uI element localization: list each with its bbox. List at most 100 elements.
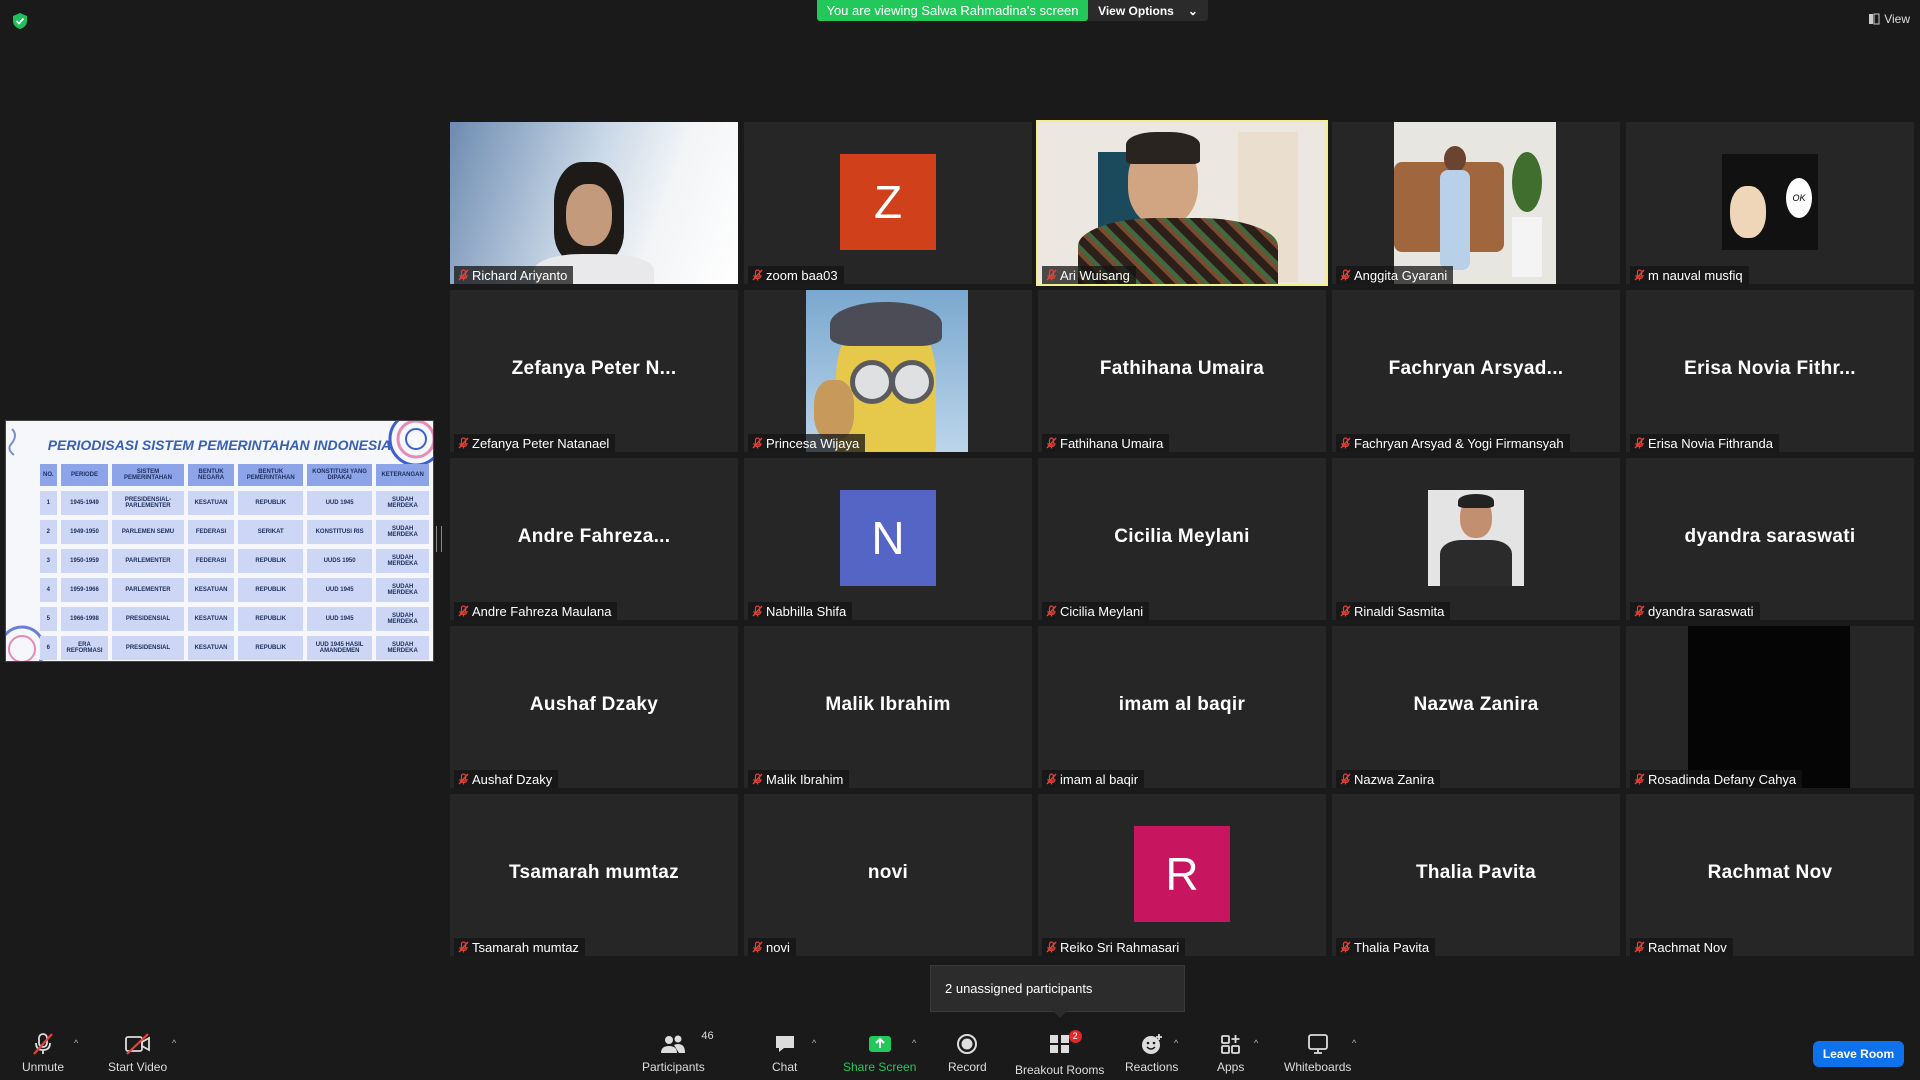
participant-tile[interactable]: novi novi xyxy=(744,794,1032,956)
participant-name-label: Fachryan Arsyad & Yogi Firmansyah xyxy=(1336,434,1570,452)
slide-table-row: 3 1950-1959 PARLEMENTER FEDERASI REPUBLIK UUD… xyxy=(40,549,429,573)
participant-name: Rosadinda Defany Cahya xyxy=(1648,771,1797,787)
slide-column-header: SISTEM PEMERINTAHAN xyxy=(112,464,184,486)
participant-display-name: Fathihana Umaira xyxy=(1099,358,1265,379)
participant-name-label: Nabhilla Shifa xyxy=(748,602,853,620)
security-shield-icon[interactable] xyxy=(12,12,28,30)
screen-share-banner: You are viewing Salwa Rahmadina's screen xyxy=(817,0,1088,21)
participant-tile[interactable]: OK m nauval musfiq xyxy=(1626,122,1914,284)
participant-name-label: Ari Wuisang xyxy=(1042,266,1136,284)
participant-name: dyandra saraswati xyxy=(1648,603,1754,619)
participant-tile[interactable]: Malik Ibrahim Malik Ibrahim xyxy=(744,626,1032,788)
participant-tile[interactable]: Cicilia Meylani Cicilia Meylani xyxy=(1038,458,1326,620)
participant-tile[interactable]: N Nabhilla Shifa xyxy=(744,458,1032,620)
leave-room-button[interactable]: Leave Room xyxy=(1813,1041,1904,1067)
participant-avatar: Z xyxy=(840,154,936,250)
video-options-caret[interactable]: ^ xyxy=(172,1038,176,1048)
slide-table-cell: UUDS 1950 xyxy=(306,549,373,573)
chat-options-caret[interactable]: ^ xyxy=(812,1038,816,1048)
participant-display-name: Cicilia Meylani xyxy=(1114,526,1250,547)
participant-name: Ari Wuisang xyxy=(1060,267,1130,283)
share-options-caret[interactable]: ^ xyxy=(912,1038,916,1048)
participant-name-label: Reiko Sri Rahmasari xyxy=(1042,938,1186,956)
participant-tile[interactable]: Nazwa Zanira Nazwa Zanira xyxy=(1332,626,1620,788)
meeting-toolbar: Unmute ^ Start Video ^ 46 Participants C… xyxy=(0,1018,1920,1080)
record-button[interactable]: Record xyxy=(948,1032,987,1074)
chat-button[interactable]: Chat xyxy=(772,1032,797,1074)
apps-icon xyxy=(1220,1035,1240,1054)
participant-tile[interactable]: Anggita Gyarani xyxy=(1332,122,1620,284)
reactions-label: Reactions xyxy=(1125,1060,1179,1074)
participant-tile[interactable]: Tsamarah mumtaz Tsamarah mumtaz xyxy=(450,794,738,956)
unmute-label: Unmute xyxy=(22,1060,65,1074)
participant-display-name: Fachryan Arsyad... xyxy=(1388,358,1564,379)
participants-count: 46 xyxy=(701,1030,714,1042)
slide-table-cell: FEDERASI xyxy=(187,549,235,573)
participant-tile[interactable]: Zefanya Peter N... Zefanya Peter Natanael xyxy=(450,290,738,452)
participants-button[interactable]: 46 Participants xyxy=(642,1030,714,1074)
slide-table-cell: UUD 1945 xyxy=(306,491,373,515)
shared-screen-thumbnail[interactable]: PERIODISASI SISTEM PEMERINTAHAN INDONESI… xyxy=(5,420,434,662)
participant-tile[interactable]: Thalia Pavita Thalia Pavita xyxy=(1332,794,1620,956)
participant-tile[interactable]: Rinaldi Sasmita xyxy=(1332,458,1620,620)
slide-table-cell: PARLEMEN SEMU xyxy=(112,520,184,544)
mic-muted-icon xyxy=(1046,941,1057,953)
participant-tile[interactable]: Aushaf Dzaky Aushaf Dzaky xyxy=(450,626,738,788)
participant-tile[interactable]: R Reiko Sri Rahmasari xyxy=(1038,794,1326,956)
participant-tile[interactable]: Princesa Wijaya xyxy=(744,290,1032,452)
apps-button[interactable]: Apps xyxy=(1217,1032,1244,1074)
participant-tile[interactable]: Zzoom baa03 xyxy=(744,122,1032,284)
participant-name: Rachmat Nov xyxy=(1648,939,1727,955)
apps-label: Apps xyxy=(1217,1060,1245,1074)
participant-display-name: imam al baqir xyxy=(1118,694,1246,715)
participant-tile[interactable]: Richard Ariyanto xyxy=(450,122,738,284)
view-options-button[interactable]: View Options ⌄ xyxy=(1088,0,1208,21)
reactions-options-caret[interactable]: ^ xyxy=(1174,1038,1178,1048)
participant-display-name: Erisa Novia Fithr... xyxy=(1684,358,1856,379)
participant-tile[interactable]: imam al baqir imam al baqir xyxy=(1038,626,1326,788)
participant-name-label: Princesa Wijaya xyxy=(748,434,866,452)
participant-name: Erisa Novia Fithranda xyxy=(1648,435,1773,451)
participant-tile[interactable]: Ari Wuisang xyxy=(1036,120,1328,286)
participant-display-name: Thalia Pavita xyxy=(1415,862,1537,883)
tooltip-text: 2 unassigned participants xyxy=(945,981,1093,996)
share-screen-button[interactable]: Share Screen xyxy=(843,1032,916,1074)
breakout-rooms-button[interactable]: 2 Breakout Rooms xyxy=(1015,1030,1104,1077)
audio-options-caret[interactable]: ^ xyxy=(74,1038,78,1048)
slide-table-cell: 3 xyxy=(40,549,57,573)
slide-table-cell: 1959-1966 xyxy=(60,578,109,602)
participant-name: Fathihana Umaira xyxy=(1060,435,1164,451)
unmute-button[interactable]: Unmute xyxy=(22,1032,64,1074)
whiteboards-button[interactable]: Whiteboards xyxy=(1284,1032,1351,1074)
participant-name-label: Rinaldi Sasmita xyxy=(1336,602,1451,620)
participant-display-name: Malik Ibrahim xyxy=(825,694,951,715)
slide-table-cell: 5 xyxy=(40,607,57,631)
participants-label: Participants xyxy=(642,1060,705,1074)
mic-muted-icon xyxy=(458,437,469,449)
participant-tile[interactable]: Fathihana Umaira Fathihana Umaira xyxy=(1038,290,1326,452)
slide-table-cell: SUDAH MERDEKA xyxy=(376,520,429,544)
participant-tile[interactable]: Rachmat Nov Rachmat Nov xyxy=(1626,794,1914,956)
whiteboards-options-caret[interactable]: ^ xyxy=(1352,1038,1356,1048)
participant-tile[interactable]: Andre Fahreza... Andre Fahreza Maulana xyxy=(450,458,738,620)
slide-column-header: BENTUK PEMERINTAHAN xyxy=(238,464,303,486)
view-button[interactable]: View xyxy=(1868,12,1910,26)
participant-tile[interactable]: Rosadinda Defany Cahya xyxy=(1626,626,1914,788)
view-label: View xyxy=(1884,12,1910,26)
slide-table-cell: REPUBLIK xyxy=(238,549,303,573)
participant-tile[interactable]: Fachryan Arsyad... Fachryan Arsyad & Yogi… xyxy=(1332,290,1620,452)
participant-tile[interactable]: Erisa Novia Fithr... Erisa Novia Fithrand… xyxy=(1626,290,1914,452)
slide-title: PERIODISASI SISTEM PEMERINTAHAN INDONESI… xyxy=(47,437,392,453)
participant-name-label: Fathihana Umaira xyxy=(1042,434,1170,452)
resize-handle[interactable] xyxy=(436,526,442,552)
slide-table-cell: SUDAH MERDEKA xyxy=(376,578,429,602)
avatar-letter: N xyxy=(871,512,905,564)
mic-muted-icon xyxy=(458,773,469,785)
slide-table-cell: KESATUAN xyxy=(187,578,235,602)
participant-display-name: Tsamarah mumtaz xyxy=(509,862,679,883)
slide-table: NO. PERIODE SISTEM PEMERINTAHAN BENTUK NEGA… xyxy=(36,459,433,661)
participant-tile[interactable]: dyandra saraswati dyandra saraswati xyxy=(1626,458,1914,620)
apps-options-caret[interactable]: ^ xyxy=(1254,1038,1258,1048)
reactions-button[interactable]: Reactions xyxy=(1125,1032,1178,1074)
start-video-button[interactable]: Start Video xyxy=(108,1032,167,1074)
